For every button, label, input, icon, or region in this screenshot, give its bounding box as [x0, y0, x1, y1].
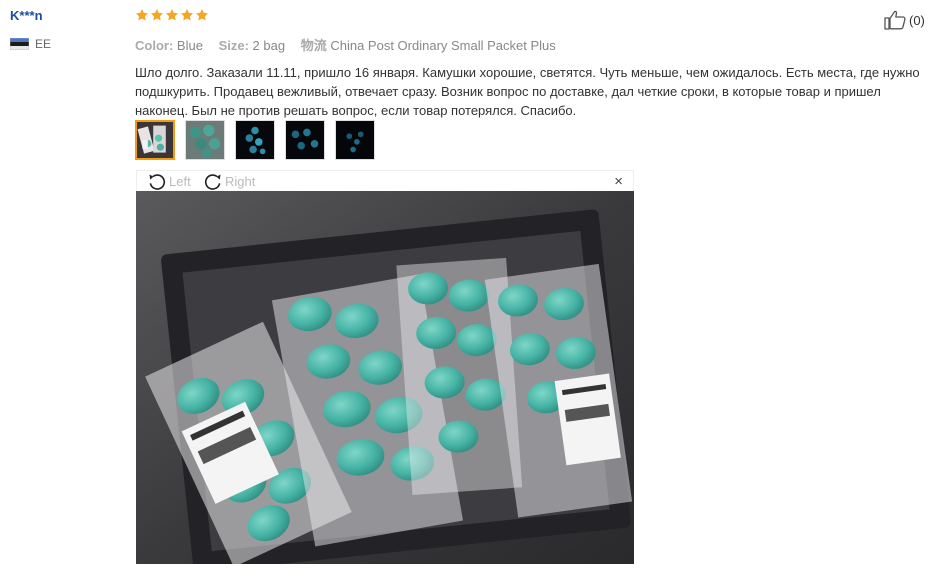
- attr-size-key: Size:: [218, 38, 249, 53]
- reviewer-name: K***n: [10, 8, 43, 23]
- flag-icon: [10, 38, 29, 50]
- review-text: Шло долго. Заказали 11.11, пришло 16 янв…: [135, 65, 920, 118]
- like-count: (0): [909, 12, 925, 28]
- star-rating: [135, 8, 925, 26]
- rotate-right-label: Right: [225, 173, 256, 189]
- order-attributes: Color: Blue Size: 2 bag 物流 China Post Or…: [135, 35, 925, 54]
- rotate-left-button[interactable]: Left: [147, 172, 191, 190]
- review-thumbnails: [135, 120, 375, 160]
- rotate-left-label: Left: [169, 173, 191, 189]
- thumbnail-4[interactable]: [285, 120, 325, 160]
- attr-color-value: Blue: [176, 38, 203, 53]
- reviewer-info: K***n EE: [10, 8, 120, 51]
- star-icon: [165, 9, 179, 21]
- thumbnail-5[interactable]: [335, 120, 375, 160]
- image-viewer-toolbar: Left Right ×: [136, 170, 634, 191]
- country-code: EE: [35, 37, 52, 51]
- star-icon: [135, 9, 149, 21]
- like-button[interactable]: (0): [883, 10, 925, 30]
- attr-shipping-key: 物流: [300, 38, 327, 53]
- close-icon[interactable]: ×: [614, 174, 623, 189]
- thumbnail-1[interactable]: [135, 120, 175, 160]
- star-icon: [150, 9, 164, 21]
- thumbs-up-icon: [884, 10, 906, 30]
- attr-size-value: 2 bag: [252, 38, 286, 53]
- thumbnail-3[interactable]: [235, 120, 275, 160]
- reviewer-country: EE: [10, 37, 120, 51]
- star-icon: [180, 9, 194, 21]
- star-icon: [195, 9, 209, 21]
- rotate-left-icon: [149, 174, 166, 190]
- review-content: Color: Blue Size: 2 bag 物流 China Post Or…: [135, 8, 925, 120]
- rotate-right-icon: [204, 174, 221, 190]
- rotate-right-button[interactable]: Right: [203, 172, 255, 190]
- review-photo: [136, 191, 634, 564]
- attr-color-key: Color:: [135, 38, 174, 53]
- attr-shipping-value: China Post Ordinary Small Packet Plus: [330, 38, 556, 53]
- thumbnail-2[interactable]: [185, 120, 225, 160]
